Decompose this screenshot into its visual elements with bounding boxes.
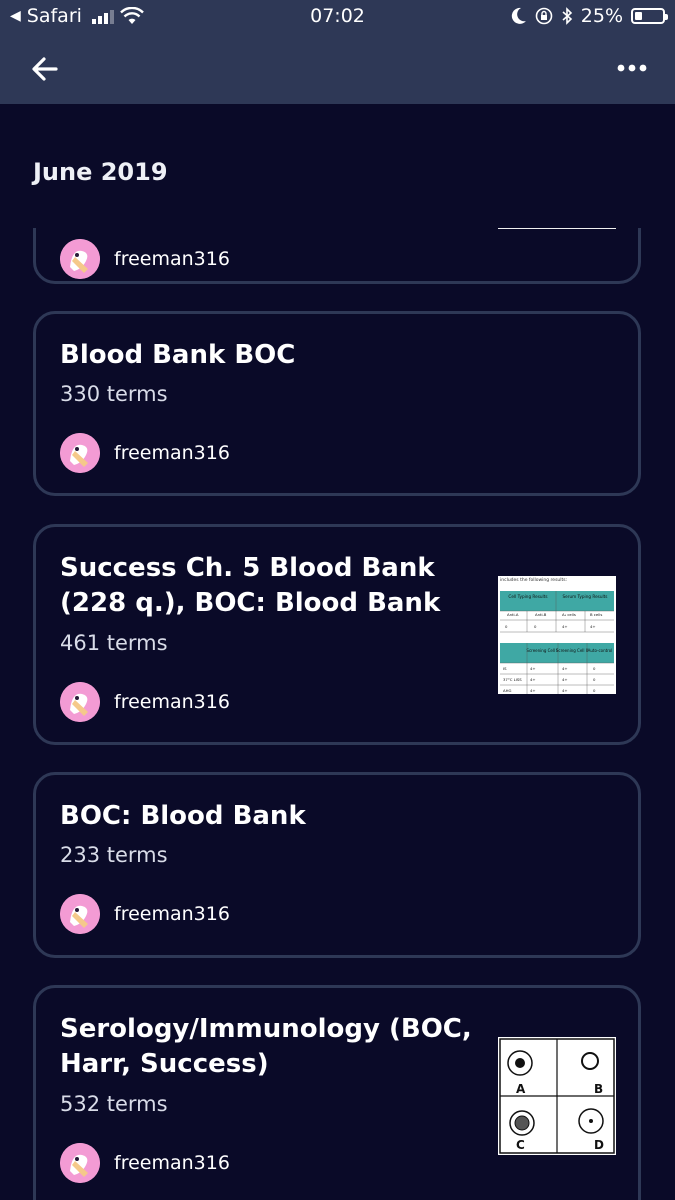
thumb-cell: 4+ bbox=[530, 677, 536, 682]
thumb-header: Auto-control bbox=[588, 648, 613, 653]
thumb-cell: 4+ bbox=[562, 624, 568, 629]
author-name: freeman316 bbox=[114, 691, 230, 713]
study-set-card[interactable]: Blood Bank BOC 330 terms freeman316 bbox=[33, 311, 641, 496]
thumb-label: C bbox=[516, 1138, 525, 1152]
author-row[interactable]: freeman316 bbox=[60, 682, 230, 722]
thumb-cell: 4+ bbox=[562, 688, 568, 693]
thumb-cell: AHG bbox=[503, 688, 511, 693]
term-count: 233 terms bbox=[60, 843, 168, 867]
flamingo-avatar-icon bbox=[60, 682, 100, 722]
cell-agglutination-image: A B C D bbox=[498, 1037, 616, 1155]
flamingo-avatar-icon bbox=[60, 433, 100, 473]
section-title: June 2019 bbox=[33, 158, 168, 186]
term-count: 461 terms bbox=[60, 631, 168, 655]
thumb-cell: Anti-B bbox=[535, 612, 547, 617]
arrow-left-icon[interactable] bbox=[28, 52, 62, 86]
moon-icon bbox=[511, 7, 526, 24]
thumb-header: Serum Typing Results bbox=[563, 594, 608, 599]
flamingo-avatar-icon bbox=[60, 1143, 100, 1183]
study-set-card[interactable]: Success Ch. 5 Blood Bank (228 q.), BOC: … bbox=[33, 524, 641, 745]
set-title: Blood Bank BOC bbox=[60, 340, 296, 370]
bluetooth-icon bbox=[562, 7, 572, 25]
study-set-card[interactable]: freeman316 bbox=[33, 228, 641, 284]
thumb-label: B bbox=[594, 1082, 603, 1096]
set-title: Success Ch. 5 Blood Bank (228 q.), BOC: … bbox=[60, 553, 441, 618]
thumb-cell: 4+ bbox=[530, 666, 536, 671]
blood-bank-table-image: includes the following results: Cell Typ… bbox=[498, 576, 616, 694]
thumb-cell: 4+ bbox=[590, 624, 596, 629]
avatar bbox=[60, 682, 100, 722]
thumb-cell: IS bbox=[503, 666, 507, 671]
thumb-caption: includes the following results: bbox=[500, 577, 567, 583]
author-name: freeman316 bbox=[114, 442, 230, 464]
author-row[interactable]: freeman316 bbox=[60, 433, 230, 473]
battery-icon bbox=[631, 8, 668, 24]
set-thumbnail[interactable]: A B C D bbox=[498, 1037, 616, 1155]
thumb-header: Cell Typing Results bbox=[508, 594, 547, 599]
thumb-label: D bbox=[594, 1138, 604, 1152]
set-title: BOC: Blood Bank bbox=[60, 801, 306, 831]
thumb-cell: B cells bbox=[590, 612, 602, 617]
thumb-cell: 4+ bbox=[530, 688, 536, 693]
status-bar: ◀ Safari 07:02 25% bbox=[0, 0, 675, 34]
thumb-cell: 4+ bbox=[562, 677, 568, 682]
avatar bbox=[60, 1143, 100, 1183]
author-name: freeman316 bbox=[114, 248, 230, 270]
study-set-card[interactable]: Serology/Immunology (BOC, Harr, Success)… bbox=[33, 985, 641, 1200]
ellipsis-icon[interactable] bbox=[615, 54, 649, 84]
thumb-cell: A₁ cells bbox=[562, 612, 576, 617]
flamingo-avatar-icon bbox=[60, 239, 100, 279]
term-count: 330 terms bbox=[60, 382, 168, 406]
thumb-cell: 4+ bbox=[562, 666, 568, 671]
thumb-header: Screening Cell I bbox=[526, 648, 557, 653]
study-set-list[interactable]: freeman316 Blood Bank BOC 330 terms free… bbox=[0, 228, 675, 1200]
thumb-cell: Anti-A bbox=[507, 612, 519, 617]
set-thumbnail[interactable]: includes the following results: Cell Typ… bbox=[498, 576, 616, 694]
orientation-lock-icon bbox=[535, 7, 553, 25]
navigation-bar bbox=[0, 34, 675, 104]
author-name: freeman316 bbox=[114, 903, 230, 925]
avatar bbox=[60, 433, 100, 473]
set-title: Serology/Immunology (BOC, Harr, Success) bbox=[60, 1014, 472, 1079]
term-count: 532 terms bbox=[60, 1092, 168, 1116]
flamingo-avatar-icon bbox=[60, 894, 100, 934]
study-set-card[interactable]: BOC: Blood Bank 233 terms freeman316 bbox=[33, 772, 641, 958]
avatar bbox=[60, 894, 100, 934]
thumb-label: A bbox=[516, 1082, 526, 1096]
battery-percentage: 25% bbox=[580, 5, 623, 27]
author-row[interactable]: freeman316 bbox=[60, 239, 230, 279]
thumb-header: Screening Cell II bbox=[556, 648, 588, 653]
author-row[interactable]: freeman316 bbox=[60, 894, 230, 934]
set-thumbnail bbox=[498, 228, 616, 229]
status-right: 25% bbox=[511, 5, 668, 27]
thumb-cell: 37°C LISS bbox=[503, 677, 522, 682]
avatar bbox=[60, 239, 100, 279]
author-name: freeman316 bbox=[114, 1152, 230, 1174]
author-row[interactable]: freeman316 bbox=[60, 1143, 230, 1183]
